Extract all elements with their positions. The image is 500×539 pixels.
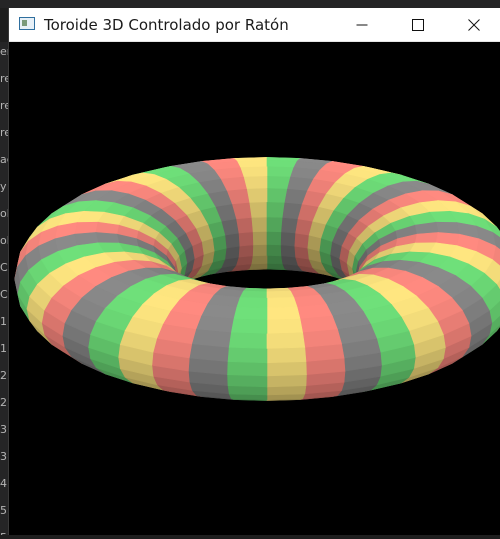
torus-face <box>227 374 268 388</box>
close-icon <box>468 18 480 31</box>
torus-face <box>238 244 254 258</box>
torus-face <box>266 231 282 246</box>
torus-3d[interactable] <box>9 42 500 535</box>
torus-face <box>243 176 268 190</box>
app-icon[interactable] <box>19 17 35 30</box>
torus-face <box>227 346 268 364</box>
torus-face <box>239 290 268 299</box>
torus-face <box>266 290 295 299</box>
torus-face <box>414 232 439 244</box>
torus-face <box>246 188 268 204</box>
render-canvas[interactable] <box>9 42 500 535</box>
torus-face <box>266 188 288 204</box>
torus-face <box>239 166 268 178</box>
torus-face <box>252 244 268 257</box>
torus-face <box>227 361 268 377</box>
torus-face <box>266 244 282 257</box>
torus-face <box>266 176 291 190</box>
app-window: Toroide 3D Controlado por Ratón <box>8 8 500 535</box>
gutter-fragment: 2 <box>0 370 7 382</box>
gutter-fragment: re <box>0 127 8 139</box>
torus-face <box>266 346 307 364</box>
torus-face <box>266 385 307 396</box>
minimize-icon <box>356 24 368 25</box>
torus-face <box>266 216 284 233</box>
title-bar[interactable]: Toroide 3D Controlado por Ratón <box>9 8 500 42</box>
torus-face <box>227 385 268 396</box>
torus-face <box>266 361 307 377</box>
torus-face <box>294 232 310 249</box>
torus-face <box>266 255 284 265</box>
torus-face <box>230 318 268 335</box>
gutter-fragment: 5 <box>0 505 7 517</box>
gutter-fragment: 2 <box>0 397 7 409</box>
torus-face <box>236 297 268 309</box>
gutter-fragment: 3 <box>0 451 7 463</box>
gutter-fragment: ol <box>0 208 8 220</box>
torus-face <box>233 306 268 321</box>
torus-face <box>95 232 120 244</box>
torus-face <box>235 217 253 234</box>
torus-face <box>238 231 254 247</box>
close-button[interactable] <box>451 8 497 41</box>
gutter-fragment: Co <box>0 289 8 301</box>
gutter-fragment: y <box>0 181 7 193</box>
torus-face <box>281 217 299 234</box>
torus-face <box>266 166 295 178</box>
torus-face <box>224 232 240 249</box>
background-editor-gutter: er.pyrerereacyololCoCo112233455 <box>0 42 8 535</box>
torus-face <box>228 332 268 349</box>
torus-face <box>250 216 268 233</box>
gutter-fragment: 1 <box>0 316 7 328</box>
torus-face <box>266 159 298 168</box>
torus-face <box>266 318 304 335</box>
gutter-fragment: Co <box>0 262 8 274</box>
window-title: Toroide 3D Controlado por Ratón <box>44 16 289 34</box>
torus-face <box>266 332 306 349</box>
torus-face <box>266 374 307 388</box>
torus-face <box>192 329 232 348</box>
torus-face <box>266 306 301 321</box>
gutter-fragment: 4 <box>0 478 7 490</box>
torus-face <box>266 297 298 309</box>
torus-face <box>280 244 296 258</box>
gutter-fragment: er.py <box>0 46 8 58</box>
torus-face <box>236 159 268 168</box>
gutter-fragment: re <box>0 73 8 85</box>
torus-face <box>250 255 268 265</box>
minimize-button[interactable] <box>339 8 385 41</box>
maximize-icon <box>412 18 424 31</box>
maximize-button[interactable] <box>395 8 441 41</box>
torus-face <box>266 263 286 270</box>
torus-face <box>280 231 296 247</box>
torus-face <box>248 263 268 270</box>
torus-face <box>252 231 268 246</box>
torus-face <box>302 329 342 348</box>
torus-face <box>248 202 268 218</box>
torus-face <box>266 202 286 218</box>
gutter-fragment: ol <box>0 235 8 247</box>
background-editor-topbar <box>0 0 500 8</box>
gutter-fragment: re <box>0 100 8 112</box>
gutter-fragment: ac <box>0 154 8 166</box>
gutter-fragment: 3 <box>0 424 7 436</box>
gutter-fragment: 1 <box>0 343 7 355</box>
